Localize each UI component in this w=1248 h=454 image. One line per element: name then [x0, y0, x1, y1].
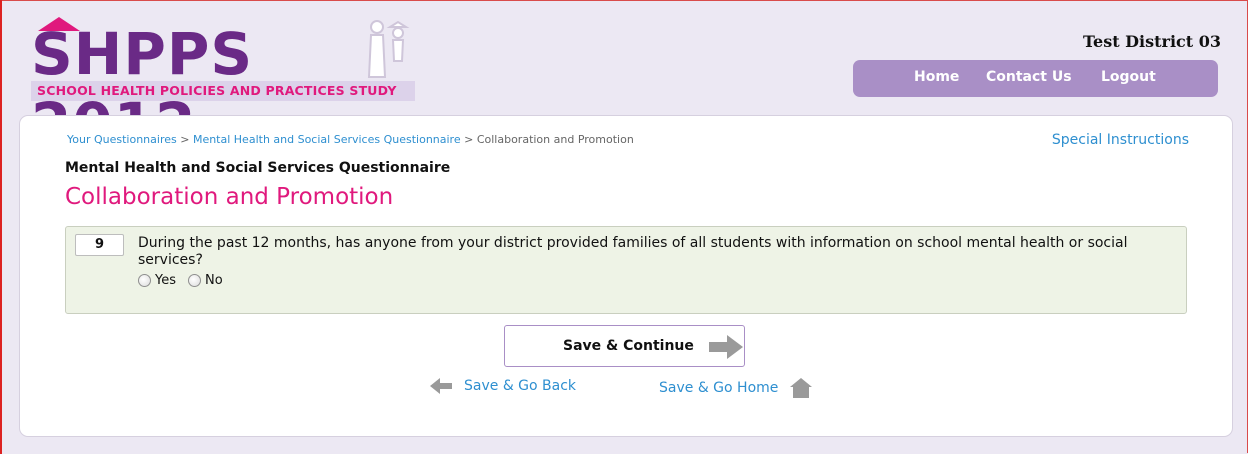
- arrow-right-icon: [709, 335, 743, 359]
- graduates-icon: [367, 20, 410, 78]
- save-go-home-link[interactable]: Save & Go Home: [659, 378, 813, 398]
- radio-no[interactable]: [188, 274, 201, 287]
- save-continue-label: Save & Continue: [563, 338, 694, 354]
- save-go-back-label: Save & Go Back: [464, 378, 577, 394]
- breadcrumb-questionnaires-link[interactable]: Your Questionnaires: [67, 133, 177, 146]
- question-number: 9: [75, 234, 124, 256]
- save-go-back-link[interactable]: Save & Go Back: [430, 378, 576, 394]
- radio-yes[interactable]: [138, 274, 151, 287]
- nav-home-link[interactable]: Home: [914, 69, 959, 85]
- top-nav: Home Contact Us Logout: [853, 60, 1218, 97]
- save-go-home-label: Save & Go Home: [659, 380, 779, 396]
- section-title: Collaboration and Promotion: [65, 184, 394, 210]
- breadcrumb: Your Questionnaires > Mental Health and …: [67, 133, 634, 146]
- answer-options: Yes No: [138, 273, 223, 288]
- save-continue-button[interactable]: Save & Continue: [504, 325, 745, 367]
- nav-logout-link[interactable]: Logout: [1101, 69, 1156, 85]
- question-block: 9 During the past 12 months, has anyone …: [65, 226, 1187, 314]
- question-text: During the past 12 months, has anyone fr…: [138, 235, 1128, 268]
- logo-tagline: SCHOOL HEALTH POLICIES AND PRACTICES STU…: [31, 81, 415, 101]
- page-frame-accent: [0, 0, 2, 454]
- answer-no-label: No: [205, 273, 223, 288]
- breadcrumb-separator: >: [180, 133, 190, 146]
- home-icon: [790, 378, 813, 398]
- arrow-left-icon: [430, 378, 452, 394]
- shpps-logo: SHPPS 2012 SCHOOL HEALTH POLICIES AND PR…: [31, 17, 417, 158]
- district-name: Test District 03: [1082, 32, 1221, 51]
- content-panel: Your Questionnaires > Mental Health and …: [19, 115, 1233, 437]
- answer-yes-label: Yes: [155, 273, 176, 288]
- breadcrumb-separator: >: [464, 133, 474, 146]
- breadcrumb-current: Collaboration and Promotion: [476, 133, 634, 146]
- questionnaire-title: Mental Health and Social Services Questi…: [65, 160, 451, 176]
- answer-no[interactable]: No: [188, 273, 223, 288]
- special-instructions-link[interactable]: Special Instructions: [1052, 132, 1189, 148]
- nav-contact-link[interactable]: Contact Us: [986, 69, 1072, 85]
- breadcrumb-questionnaire-link[interactable]: Mental Health and Social Services Questi…: [193, 133, 461, 146]
- answer-yes[interactable]: Yes: [138, 273, 176, 288]
